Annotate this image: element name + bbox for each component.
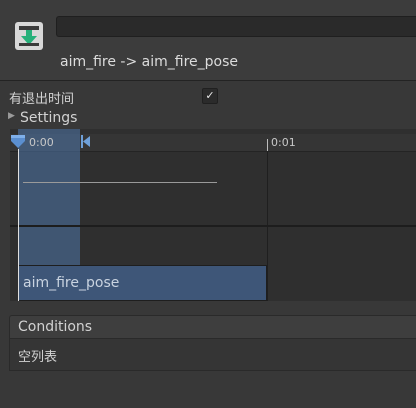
has-exit-time-checkbox[interactable]: ✓	[202, 88, 218, 104]
playhead-line[interactable]	[18, 149, 19, 301]
check-icon: ✓	[205, 89, 215, 102]
track-separator	[10, 225, 416, 227]
transition-timeline[interactable]: 0:00 0:01 aim_fire_pose	[10, 129, 416, 301]
conditions-title: Conditions	[18, 319, 93, 335]
transition-arrow-icon	[14, 21, 44, 51]
settings-foldout[interactable]: Settings	[20, 110, 77, 126]
transition-title: aim_fire -> aim_fire_pose	[60, 54, 239, 70]
tick-label: 0:01	[271, 136, 296, 149]
transition-curve-line	[23, 182, 217, 183]
foldout-arrow-icon[interactable]: ▶	[8, 111, 15, 121]
transition-name-field[interactable]	[56, 16, 416, 37]
playhead-marker-icon[interactable]	[11, 135, 25, 149]
tick-label: 0:00	[29, 136, 54, 149]
transition-duration-region[interactable]	[18, 129, 80, 265]
conditions-list[interactable]	[9, 339, 416, 371]
empty-list-label: 空列表	[18, 350, 58, 365]
has-exit-time-label: 有退出时间	[9, 92, 75, 107]
region-end-marker-icon[interactable]	[81, 135, 91, 148]
tick-mark	[267, 139, 268, 151]
clip-label: aim_fire_pose	[23, 275, 120, 291]
